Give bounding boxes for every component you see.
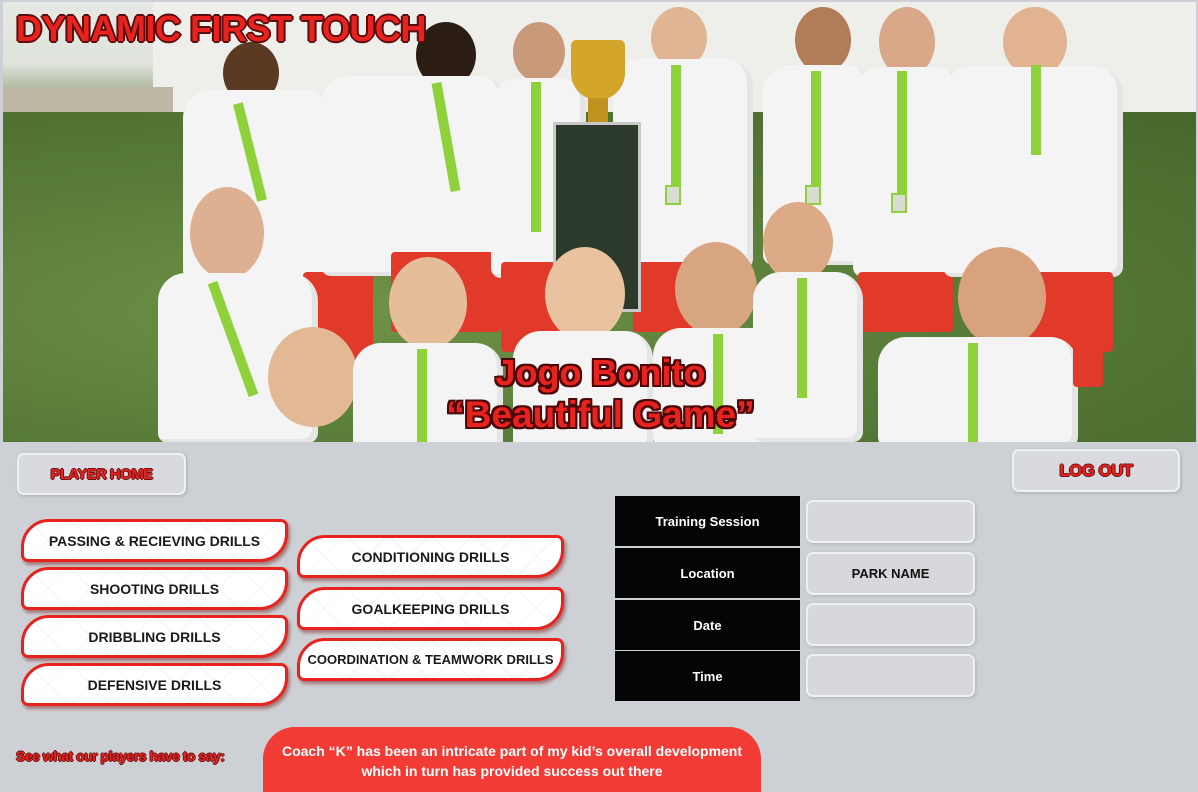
dribbling-drills-button[interactable]: DRIBBLING DRILLS (21, 615, 288, 658)
testimonial-prompt: See what our players have to say: (16, 748, 225, 764)
goalkeeping-drills-button[interactable]: GOALKEEPING DRILLS (297, 587, 564, 630)
hero-slogan: Jogo Bonito “Beautiful Game” (403, 352, 798, 436)
log-out-button[interactable]: LOG OUT (1012, 449, 1180, 492)
slogan-line-1: Jogo Bonito (495, 352, 706, 393)
passing-receiving-drills-button[interactable]: PASSING & RECIEVING DRILLS (21, 519, 288, 562)
player-home-button[interactable]: PLAYER HOME (17, 453, 186, 495)
shooting-drills-button[interactable]: SHOOTING DRILLS (21, 567, 288, 610)
time-value (806, 654, 975, 697)
conditioning-drills-button[interactable]: CONDITIONING DRILLS (297, 535, 564, 578)
date-label: Date (615, 600, 800, 650)
location-value: PARK NAME (806, 552, 975, 595)
quote-line-1: Coach “K” has been an intricate part of … (281, 743, 743, 759)
coordination-teamwork-drills-button[interactable]: COORDINATION & TEAMWORK DRILLS (297, 638, 564, 681)
quote-line-2: which in turn has provided success out t… (361, 763, 663, 779)
testimonial-quote: Coach “K” has been an intricate part of … (263, 727, 761, 792)
date-value (806, 603, 975, 646)
training-session-value (806, 500, 975, 543)
slogan-line-2: “Beautiful Game” (446, 394, 755, 435)
hero-banner: DYNAMIC FIRST TOUCH Jogo Bonito “Beautif… (3, 2, 1196, 442)
location-label: Location (615, 548, 800, 598)
training-session-label: Training Session (615, 496, 800, 546)
time-label: Time (615, 651, 800, 701)
site-title: DYNAMIC FIRST TOUCH (16, 8, 426, 49)
defensive-drills-button[interactable]: DEFENSIVE DRILLS (21, 663, 288, 706)
